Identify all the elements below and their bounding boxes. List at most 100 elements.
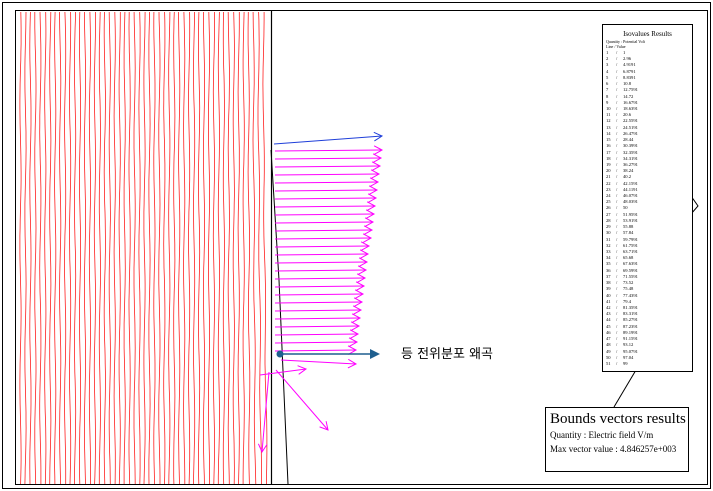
isovalue-value: 12.7591 [623,87,638,93]
bounds-vectors-title: Bounds vectors results [550,411,686,427]
field-vector [274,309,362,312]
isovalue-value: 16.6791 [623,99,638,105]
isovalue-value: 22.5591 [623,118,638,124]
equipotential-line [247,11,251,485]
field-vector [274,301,363,304]
isovalues-legend-panel: Isovalues Results Quantity : Potential V… [602,24,693,372]
equipotential-line [148,11,151,485]
equipotential-line [128,11,131,485]
isovalue-value: 83.3191 [623,311,638,317]
field-vector [274,149,383,152]
field-vector [274,261,368,264]
isovalue-value: 53.9191 [623,217,638,223]
field-vector [274,253,369,256]
equipotential-line [59,12,62,485]
isovalues-list: 1/1 2/2.96 3/4.9191 4/6.8791 5/8.8391 6/10.8 7… [606,50,638,367]
isovalues-title: Isovalues Results [623,30,672,38]
isovalue-value: 38.24 [623,168,634,174]
field-vector-group [257,131,384,454]
field-vector [274,237,372,240]
bounds-max-value: Max vector value : 4.846257e+003 [550,444,677,454]
isovalue-value: 44.1191 [623,186,638,192]
isovalue-value: 2.96 [623,56,632,62]
equipotential-line [98,11,101,484]
isovalue-value: 8.8391 [623,74,636,80]
field-vector [274,317,361,320]
equipotential-line [74,11,77,484]
isovalue-separator: / [616,360,618,366]
field-vector [274,293,364,296]
equipotential-line [143,11,146,485]
equipotential-line [113,11,116,485]
equipotential-line [212,11,215,485]
isovalue-value: 77.4391 [623,292,638,298]
equipotential-line [163,11,166,485]
isovalue-value: 42.1591 [623,180,638,186]
bounds-vectors-panel: Bounds vectors results Quantity : Electr… [545,407,689,472]
isovalue-row: 51 / 99 [606,361,638,367]
isovalue-value: 4.9191 [623,62,636,68]
bounds-quantity: Quantity : Electric field V/m [550,430,654,440]
equipotential-line [118,12,121,485]
equipotential-line [242,11,245,484]
isovalue-value: 18.6391 [623,105,638,111]
equipotential-line [64,11,67,484]
isovalue-value: 69.5991 [623,267,638,273]
isovalue-value: 51.9591 [623,211,638,217]
isovalue-value: 50 [623,205,628,211]
equipotential-line [217,11,220,484]
isovalue-value: 63.7191 [623,249,638,254]
isovalue-value: 24.5191 [623,124,638,130]
isovalue-value: 57.84 [623,230,634,236]
isovalue-value: 6.8791 [623,68,636,74]
equipotential-line [193,11,196,485]
field-vector [274,333,359,336]
isovalues-header: Line / Value [606,44,626,49]
isovalue-value: 87.2391 [623,323,638,329]
field-vector [274,205,376,208]
equipotential-line [178,12,181,485]
field-vector [274,229,373,232]
equipotential-line [158,11,161,484]
equipotential-line [69,11,72,485]
field-vector [274,165,381,168]
isovalue-value: 46.0791 [623,193,638,199]
isovalue-value: 71.5591 [623,273,638,279]
isovalue-value: 20.6 [623,112,632,118]
isovalue-value: 95.0791 [623,348,638,354]
field-vector [274,189,378,192]
isovalue-value: 36.2791 [623,161,638,167]
isovalue-value: 75.48 [623,286,634,292]
equipotential-line [138,11,141,485]
isovalue-value: 28.44 [623,137,634,143]
field-vector-top [273,135,383,145]
isovalue-value: 89.1991 [623,329,638,335]
equipotential-line [173,11,176,485]
equipotential-line [49,11,52,485]
boundary-segment [613,369,637,408]
equipotential-line [222,11,225,485]
equipotential-line [34,12,37,485]
equipotential-line [29,11,32,485]
annotation-marker-dot [276,350,284,358]
equipotential-line [84,11,86,485]
equipotential-line [168,11,171,485]
field-vector [274,269,367,272]
isovalue-value: 48.0391 [623,199,638,205]
field-vector [280,359,357,365]
equipotential-line [108,11,111,485]
equipotential-line [188,11,191,485]
equipotential-line [232,11,235,485]
isovalue-line-number: 51 [606,360,611,366]
isovalue-value: 61.7591 [623,242,638,248]
equipotential-line [19,11,22,485]
isovalue-value: 30.3991 [623,143,638,149]
isovalue-value: 14.72 [623,93,634,99]
equipotential-line [78,11,81,485]
equipotential-line [208,11,210,485]
isoline-group [19,11,268,485]
isovalue-value: 32.3591 [623,149,638,155]
equipotential-line [227,11,230,485]
isovalue-value: 59.7991 [623,236,638,242]
distortion-annotation: 등 전위분포 왜곡 [401,347,493,362]
